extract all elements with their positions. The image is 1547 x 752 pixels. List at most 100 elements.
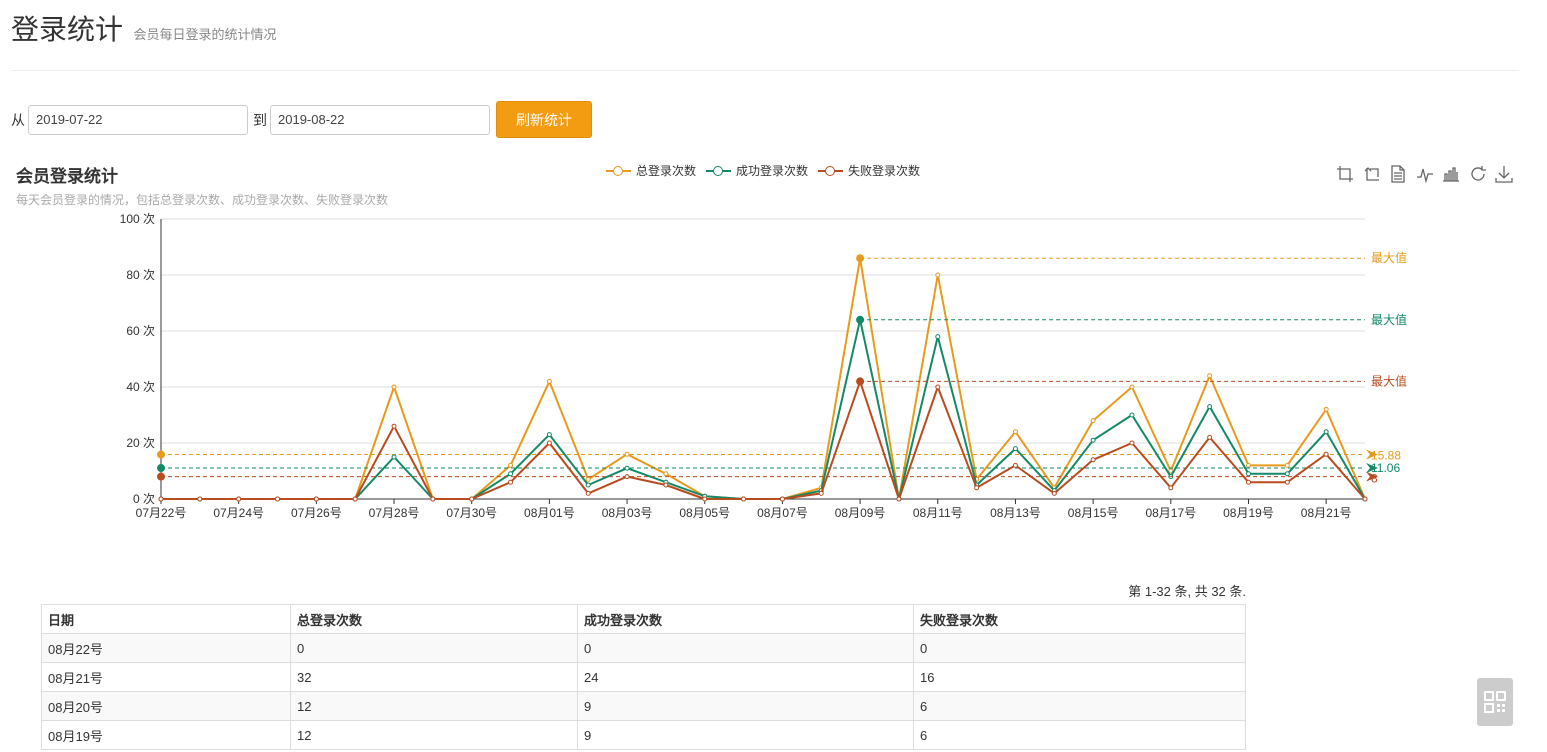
- data-point: [1245, 471, 1251, 477]
- column-header-failed[interactable]: 失败登录次数: [913, 604, 1246, 634]
- legend-marker-icon: [606, 164, 631, 178]
- cell-total: 32: [290, 662, 578, 692]
- data-point: [313, 496, 319, 502]
- column-header-total[interactable]: 总登录次数: [290, 604, 578, 634]
- data-point: [1245, 462, 1251, 468]
- x-tick-label: 08月01号: [524, 506, 575, 520]
- table-row: 08月19号 12 9 6: [41, 720, 1246, 750]
- data-point: [663, 482, 669, 488]
- data-point: [158, 496, 164, 502]
- data-point: [1207, 404, 1213, 410]
- x-tick-label: 08月03号: [602, 506, 653, 520]
- data-point: [1168, 485, 1174, 491]
- x-tick-label: 07月24号: [213, 506, 264, 520]
- data-point: [585, 482, 591, 488]
- data-point: [1090, 418, 1096, 424]
- cell-date: 08月20号: [41, 691, 291, 721]
- data-point: [624, 465, 630, 471]
- data-point: [546, 378, 552, 384]
- table-row: 08月22号 0 0 0: [41, 633, 1246, 663]
- y-tick-label: 60 次: [126, 324, 155, 338]
- crop-icon[interactable]: [1336, 165, 1354, 183]
- cell-success: 9: [577, 691, 914, 721]
- data-point: [1129, 440, 1135, 446]
- x-tick-label: 07月22号: [136, 506, 187, 520]
- y-tick-label: 40 次: [126, 380, 155, 394]
- data-point: [391, 454, 397, 460]
- data-point: [1207, 434, 1213, 440]
- cell-failed: 0: [913, 633, 1246, 663]
- cell-total: 12: [290, 720, 578, 750]
- data-point: [663, 471, 669, 477]
- max-point-marker: [856, 315, 865, 324]
- average-label: 8: [1371, 472, 1378, 486]
- table-row: 08月20号 12 9 6: [41, 691, 1246, 721]
- x-tick-label: 08月05号: [679, 506, 730, 520]
- data-point: [974, 485, 980, 491]
- legend-item[interactable]: 失败登录次数: [818, 162, 920, 179]
- data-point: [1129, 384, 1135, 390]
- login-stats-table: 日期 总登录次数 成功登录次数 失败登录次数 08月22号 0 0 0 08月2…: [41, 604, 1246, 750]
- data-point: [1323, 451, 1329, 457]
- data-point: [779, 496, 785, 502]
- series-line: [161, 257, 1366, 500]
- average-start-marker: [157, 464, 165, 473]
- x-tick-label: 07月30号: [446, 506, 497, 520]
- legend-marker-icon: [818, 164, 844, 178]
- data-point: [624, 474, 630, 480]
- data-point: [1284, 479, 1290, 485]
- login-line-chart: 0 次 20 次 40 次 60 次 80 次 100 次 07月22号 07月24号 07月2…: [120, 212, 1407, 520]
- average-start-marker: [157, 450, 165, 459]
- data-point: [1051, 490, 1057, 496]
- data-point: [275, 496, 281, 502]
- data-point: [935, 384, 941, 390]
- data-point: [1207, 373, 1213, 379]
- data-point: [1245, 479, 1251, 485]
- legend-item[interactable]: 总登录次数: [606, 162, 696, 179]
- data-point: [585, 476, 591, 482]
- legend-label: 总登录次数: [636, 164, 697, 178]
- column-header-date[interactable]: 日期: [41, 604, 291, 634]
- data-point: [508, 479, 514, 485]
- qr-code-button[interactable]: [1477, 678, 1513, 726]
- data-point: [935, 272, 941, 278]
- refresh-stats-button[interactable]: 刷新统计: [496, 101, 592, 138]
- x-tick-label: 08月09号: [835, 506, 886, 520]
- undo-crop-icon[interactable]: [1363, 165, 1381, 183]
- end-date-input[interactable]: [270, 104, 490, 135]
- qr-code-icon: [1484, 691, 1506, 713]
- chart-toolbox: [1336, 165, 1522, 183]
- start-date-input[interactable]: [28, 104, 248, 135]
- data-point: [430, 496, 436, 502]
- line-chart-icon[interactable]: [1416, 165, 1434, 183]
- x-tick-label: 07月28号: [369, 506, 420, 520]
- download-icon[interactable]: [1495, 165, 1513, 183]
- cell-failed: 6: [913, 720, 1246, 750]
- column-header-success[interactable]: 成功登录次数: [577, 604, 914, 634]
- x-tick-label: 07月26号: [291, 506, 342, 520]
- date-filter-bar: 从 到 刷新统计: [11, 101, 592, 138]
- restore-icon[interactable]: [1469, 165, 1487, 183]
- page-title: 登录统计: [11, 14, 124, 45]
- cell-date: 08月22号: [41, 633, 291, 663]
- cell-success: 24: [577, 662, 914, 692]
- data-point: [1323, 406, 1329, 412]
- data-point: [1129, 412, 1135, 418]
- data-point: [1090, 457, 1096, 463]
- data-view-icon[interactable]: [1389, 165, 1407, 183]
- x-tick-label: 08月19号: [1223, 506, 1274, 520]
- y-tick-label: 20 次: [126, 436, 155, 450]
- legend-item[interactable]: 成功登录次数: [706, 162, 808, 179]
- page-subtitle: 会员每日登录的统计情况: [133, 27, 277, 42]
- max-point-marker: [856, 254, 865, 263]
- table-summary: 第 1-32 条, 共 32 条.: [1128, 584, 1246, 599]
- x-tick-label: 08月17号: [1145, 506, 1196, 520]
- data-point: [1284, 471, 1290, 477]
- data-point: [818, 490, 824, 496]
- x-tick-label: 08月07号: [757, 506, 808, 520]
- max-label: 最大值: [1371, 312, 1407, 327]
- y-tick-label: 0 次: [133, 492, 155, 506]
- bar-chart-icon[interactable]: [1442, 165, 1460, 183]
- cell-total: 0: [290, 633, 578, 663]
- x-tick-label: 08月15号: [1068, 506, 1119, 520]
